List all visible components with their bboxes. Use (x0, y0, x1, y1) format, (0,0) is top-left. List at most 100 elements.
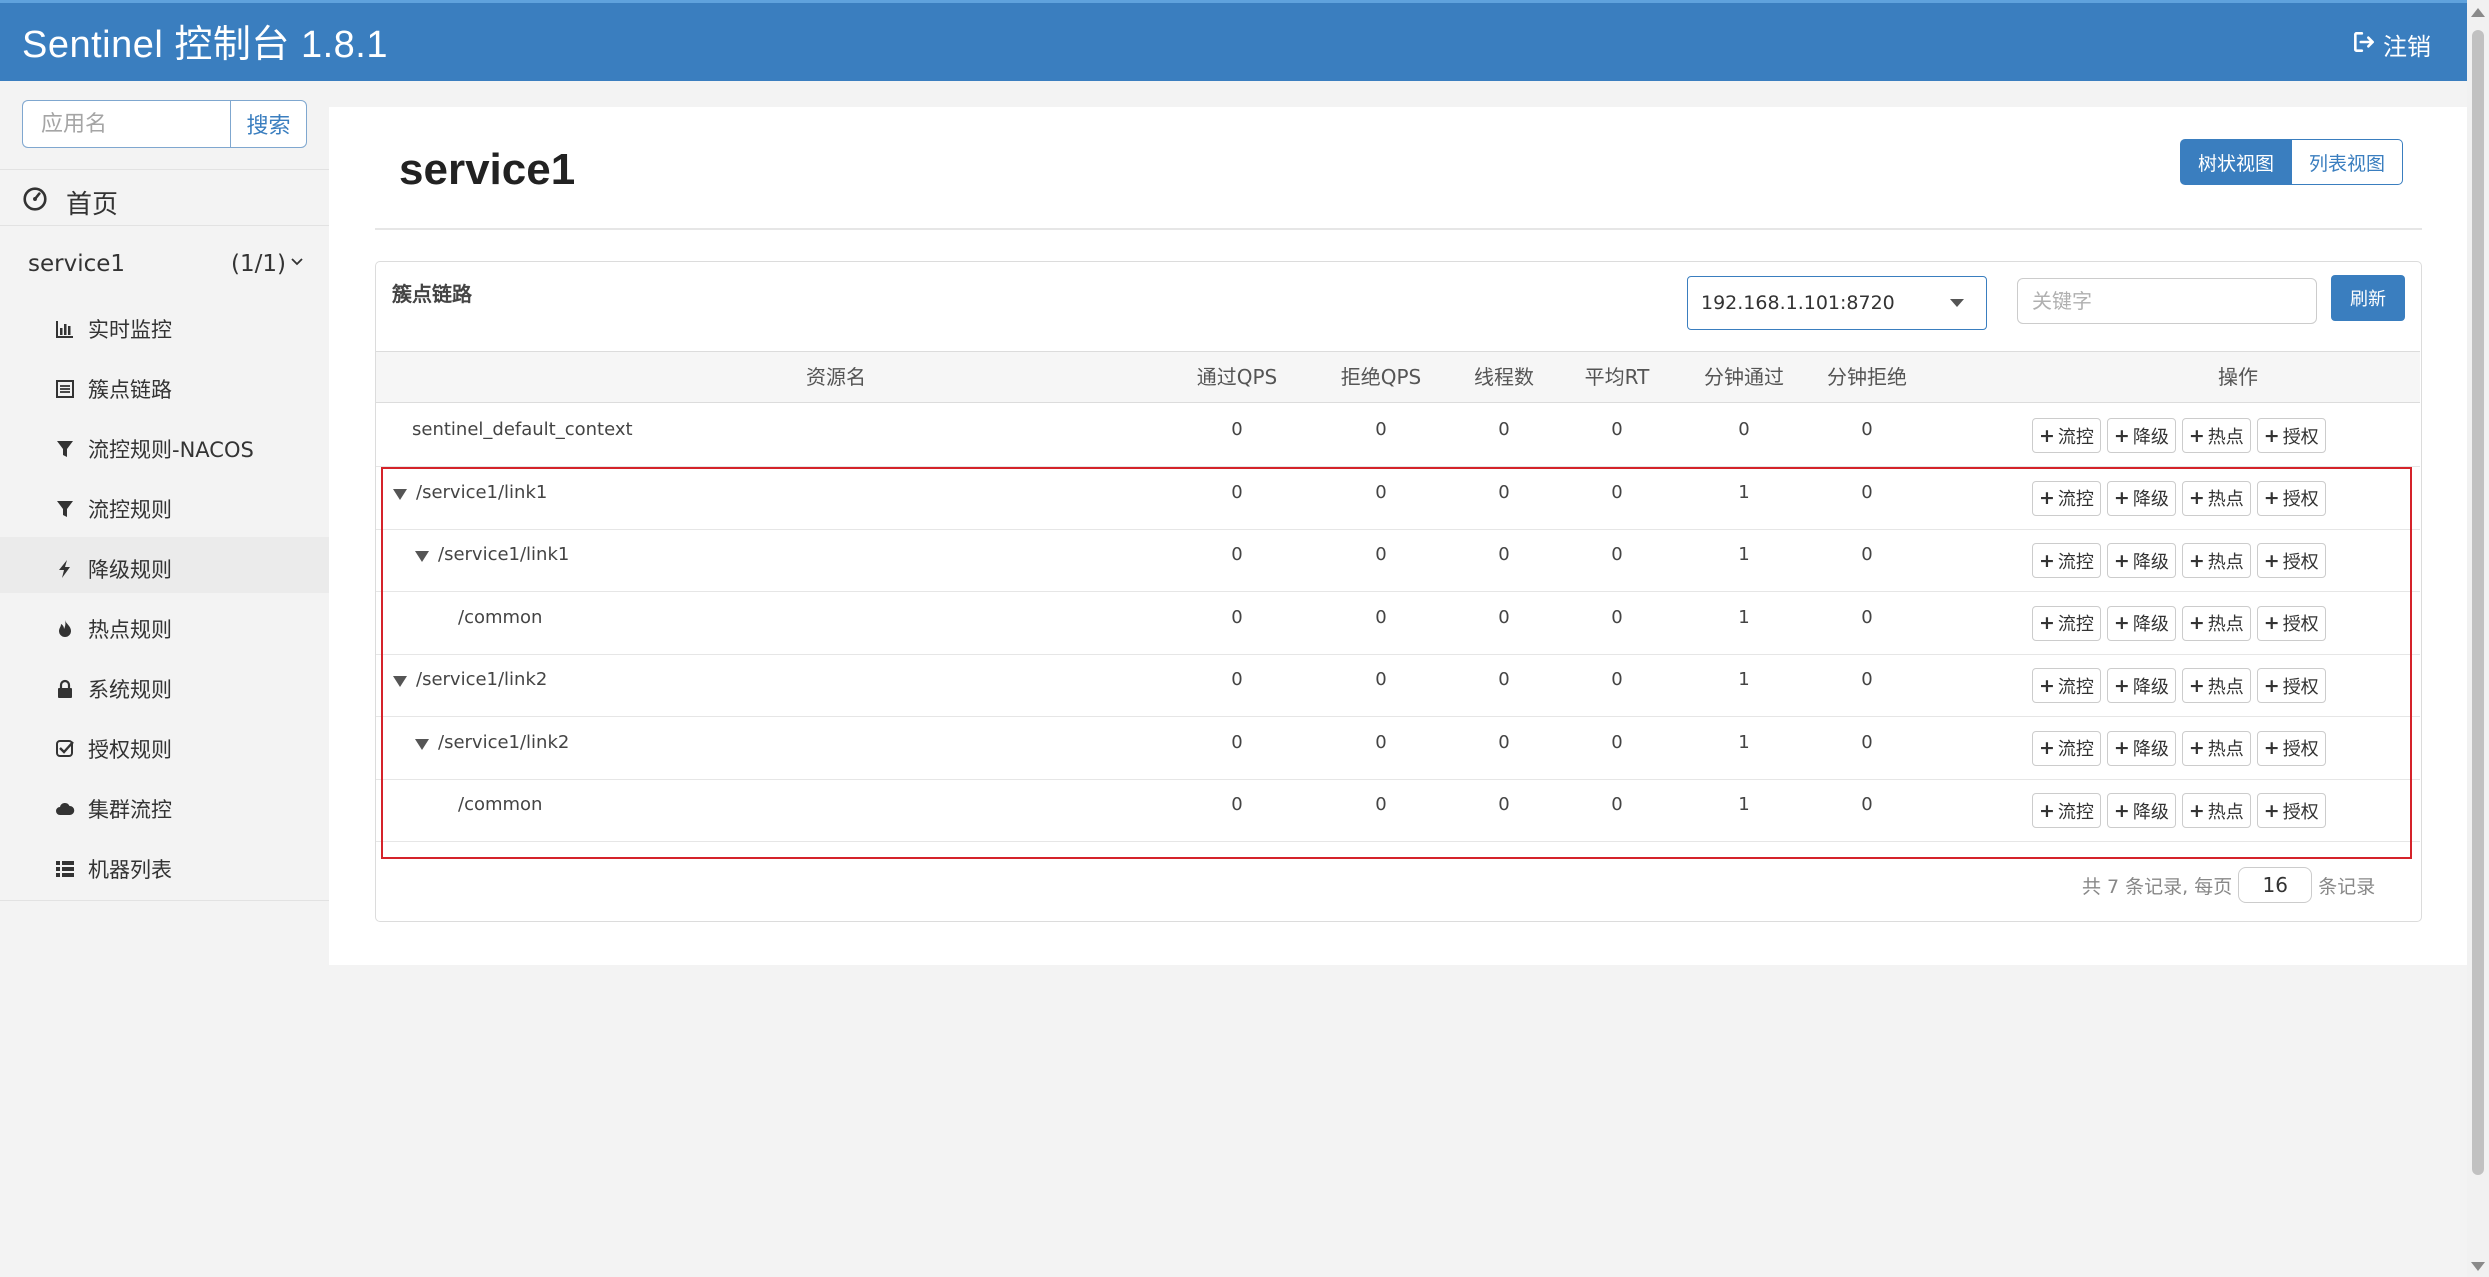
op-button-label: 降级 (2132, 426, 2169, 448)
table-row: /common 0 0 0 0 1 0 + 流控 + 降级 + 热点 + 授权 (376, 780, 2420, 842)
cell-block-qps: 0 (1375, 606, 1387, 628)
op-button-label: 热点 (2207, 739, 2244, 760)
param-rule-button[interactable]: + 热点 (2181, 668, 2251, 703)
authority-rule-button[interactable]: + 授权 (2256, 793, 2326, 828)
authority-rule-button[interactable]: + 授权 (2256, 668, 2326, 703)
row-operations: + 流控 + 降级 + 热点 + 授权 (2032, 605, 2326, 641)
cell-pass-qps: 0 (1231, 606, 1243, 628)
authority-rule-button[interactable]: + 授权 (2256, 480, 2326, 516)
flow-rule-button[interactable]: + 流控 (2032, 793, 2101, 828)
title-divider (375, 228, 2422, 230)
table-row: /service1/link2 0 0 0 0 1 0 + 流控 + 降级 + 热点 + 授权 (376, 655, 2420, 717)
sidebar-item-flow-rules-nacos[interactable]: 流控规则-NACOS (54, 429, 254, 469)
plus-icon: + (2188, 424, 2205, 447)
op-button-label: 流控 (2057, 489, 2094, 510)
authority-rule-button[interactable]: + 授权 (2256, 418, 2326, 453)
sidebar-item-home[interactable]: 首页 (22, 184, 118, 221)
degrade-rule-button[interactable]: + 降级 (2106, 730, 2176, 766)
vertical-scrollbar[interactable] (2467, 0, 2489, 1277)
app-search-button[interactable]: 搜索 (230, 100, 307, 148)
authority-rule-button[interactable]: + 授权 (2256, 543, 2326, 578)
param-rule-button[interactable]: + 热点 (2181, 793, 2251, 828)
brand-title[interactable]: Sentinel 控制台 1.8.1 (22, 13, 388, 68)
plus-icon: + (2113, 674, 2130, 697)
param-rule-button[interactable]: + 热点 (2181, 480, 2251, 516)
sidebar-item-cluster-flow[interactable]: 集群流控 (54, 789, 172, 829)
page-size-input[interactable] (2238, 867, 2313, 903)
degrade-rule-button[interactable]: + 降级 (2106, 418, 2176, 453)
table-header: 资源名 通过QPS 拒绝QPS 线程数 平均RT 分钟通过 分钟拒绝 操作 (376, 351, 2420, 403)
authority-rule-button[interactable]: + 授权 (2256, 730, 2326, 766)
scroll-down-arrow-icon[interactable] (2471, 1262, 2485, 1271)
sidebar-item-degrade-rules[interactable]: 降级规则 (54, 549, 172, 589)
tree-view-button[interactable]: 树状视图 (2180, 139, 2293, 185)
sidebar-item-label: 实时监控 (88, 318, 172, 342)
degrade-rule-button[interactable]: + 降级 (2106, 793, 2176, 828)
plus-icon: + (2039, 737, 2055, 759)
flow-rule-button[interactable]: + 流控 (2032, 730, 2101, 766)
plus-icon: + (2039, 799, 2055, 822)
column-header-block-qps: 拒绝QPS (1340, 365, 1422, 389)
flow-rule-button[interactable]: + 流控 (2032, 668, 2101, 703)
cloud-icon (54, 798, 76, 820)
row-operations: + 流控 + 降级 + 热点 + 授权 (2032, 668, 2326, 703)
op-button-label: 授权 (2282, 489, 2319, 510)
scrollbar-thumb[interactable] (2472, 30, 2484, 1175)
op-button-label: 热点 (2207, 426, 2244, 448)
plus-icon: + (2039, 487, 2055, 509)
authority-rule-button[interactable]: + 授权 (2256, 605, 2326, 641)
sidebar-item-cluster-chain[interactable]: 簇点链路 (54, 369, 172, 409)
sidebar-item-authority-rules[interactable]: 授权规则 (54, 729, 172, 769)
caret-down-icon[interactable] (415, 738, 429, 750)
op-button-label: 降级 (2132, 676, 2169, 698)
degrade-rule-button[interactable]: + 降级 (2106, 668, 2176, 703)
keyword-search-input[interactable] (2017, 278, 2317, 324)
degrade-rule-button[interactable]: + 降级 (2106, 605, 2176, 641)
table-row: /service1/link2 0 0 0 0 1 0 + 流控 + 降级 + 热点 + 授权 (376, 718, 2420, 780)
column-header-minute-block: 分钟拒绝 (1827, 365, 1907, 389)
op-button-label: 降级 (2132, 489, 2169, 510)
plus-icon: + (2188, 799, 2205, 822)
cell-block-qps: 0 (1375, 669, 1387, 690)
refresh-button[interactable]: 刷新 (2331, 275, 2405, 321)
sidebar-item-label: 集群流控 (88, 798, 172, 822)
caret-down-icon[interactable] (415, 551, 429, 562)
sign-out-icon (2351, 29, 2377, 61)
sidebar-item-machine-list[interactable]: 机器列表 (54, 849, 172, 889)
sidebar-item-flow-rules[interactable]: 流控规则 (54, 489, 172, 529)
param-rule-button[interactable]: + 热点 (2181, 730, 2251, 766)
caret-down-icon[interactable] (393, 488, 407, 500)
list-view-button[interactable]: 列表视图 (2292, 139, 2404, 185)
scroll-up-arrow-icon[interactable] (2471, 8, 2485, 17)
cell-resource-name: /service1/link2 (393, 669, 547, 690)
param-rule-button[interactable]: + 热点 (2181, 543, 2251, 578)
param-rule-button[interactable]: + 热点 (2181, 605, 2251, 641)
column-header-pass-qps: 通过QPS (1196, 365, 1278, 389)
sidebar-item-realtime-monitor[interactable]: 实时监控 (54, 309, 172, 349)
sidebar-item-system-rules[interactable]: 系统规则 (54, 669, 172, 709)
flow-rule-button[interactable]: + 流控 (2032, 605, 2101, 641)
plus-icon: + (2263, 549, 2280, 572)
param-rule-button[interactable]: + 热点 (2181, 418, 2251, 453)
cell-pass-qps: 0 (1231, 669, 1243, 690)
logout-button[interactable]: 注销 (2351, 27, 2431, 62)
main-content: service1 树状视图 列表视图 簇点链路 192.168.1.101:87… (329, 107, 2467, 965)
flow-rule-button[interactable]: + 流控 (2032, 418, 2101, 453)
pagination: 共 7 条记录, 每页 条记录 (2082, 867, 2375, 903)
caret-down-icon[interactable] (393, 676, 407, 687)
degrade-rule-button[interactable]: + 降级 (2106, 543, 2176, 578)
sidebar-item-param-flow-rules[interactable]: 热点规则 (54, 609, 172, 649)
check-icon (54, 738, 76, 760)
flow-rule-button[interactable]: + 流控 (2032, 543, 2101, 578)
flow-rule-button[interactable]: + 流控 (2032, 480, 2101, 516)
sidebar-item-label: 流控规则 (88, 498, 172, 522)
logout-label: 注销 (2383, 33, 2431, 61)
machine-select[interactable]: 192.168.1.101:8720 (1687, 276, 1987, 330)
degrade-rule-button[interactable]: + 降级 (2106, 480, 2176, 516)
resource-name-text: /service1/link1 (416, 481, 548, 503)
cell-pass-qps: 0 (1231, 731, 1243, 753)
flash-icon (54, 558, 76, 580)
app-search-input[interactable] (22, 100, 230, 148)
table-row: /service1/link1 0 0 0 0 1 0 + 流控 + 降级 + 热点 + 授权 (376, 468, 2420, 530)
app-name: service1 (28, 251, 126, 277)
